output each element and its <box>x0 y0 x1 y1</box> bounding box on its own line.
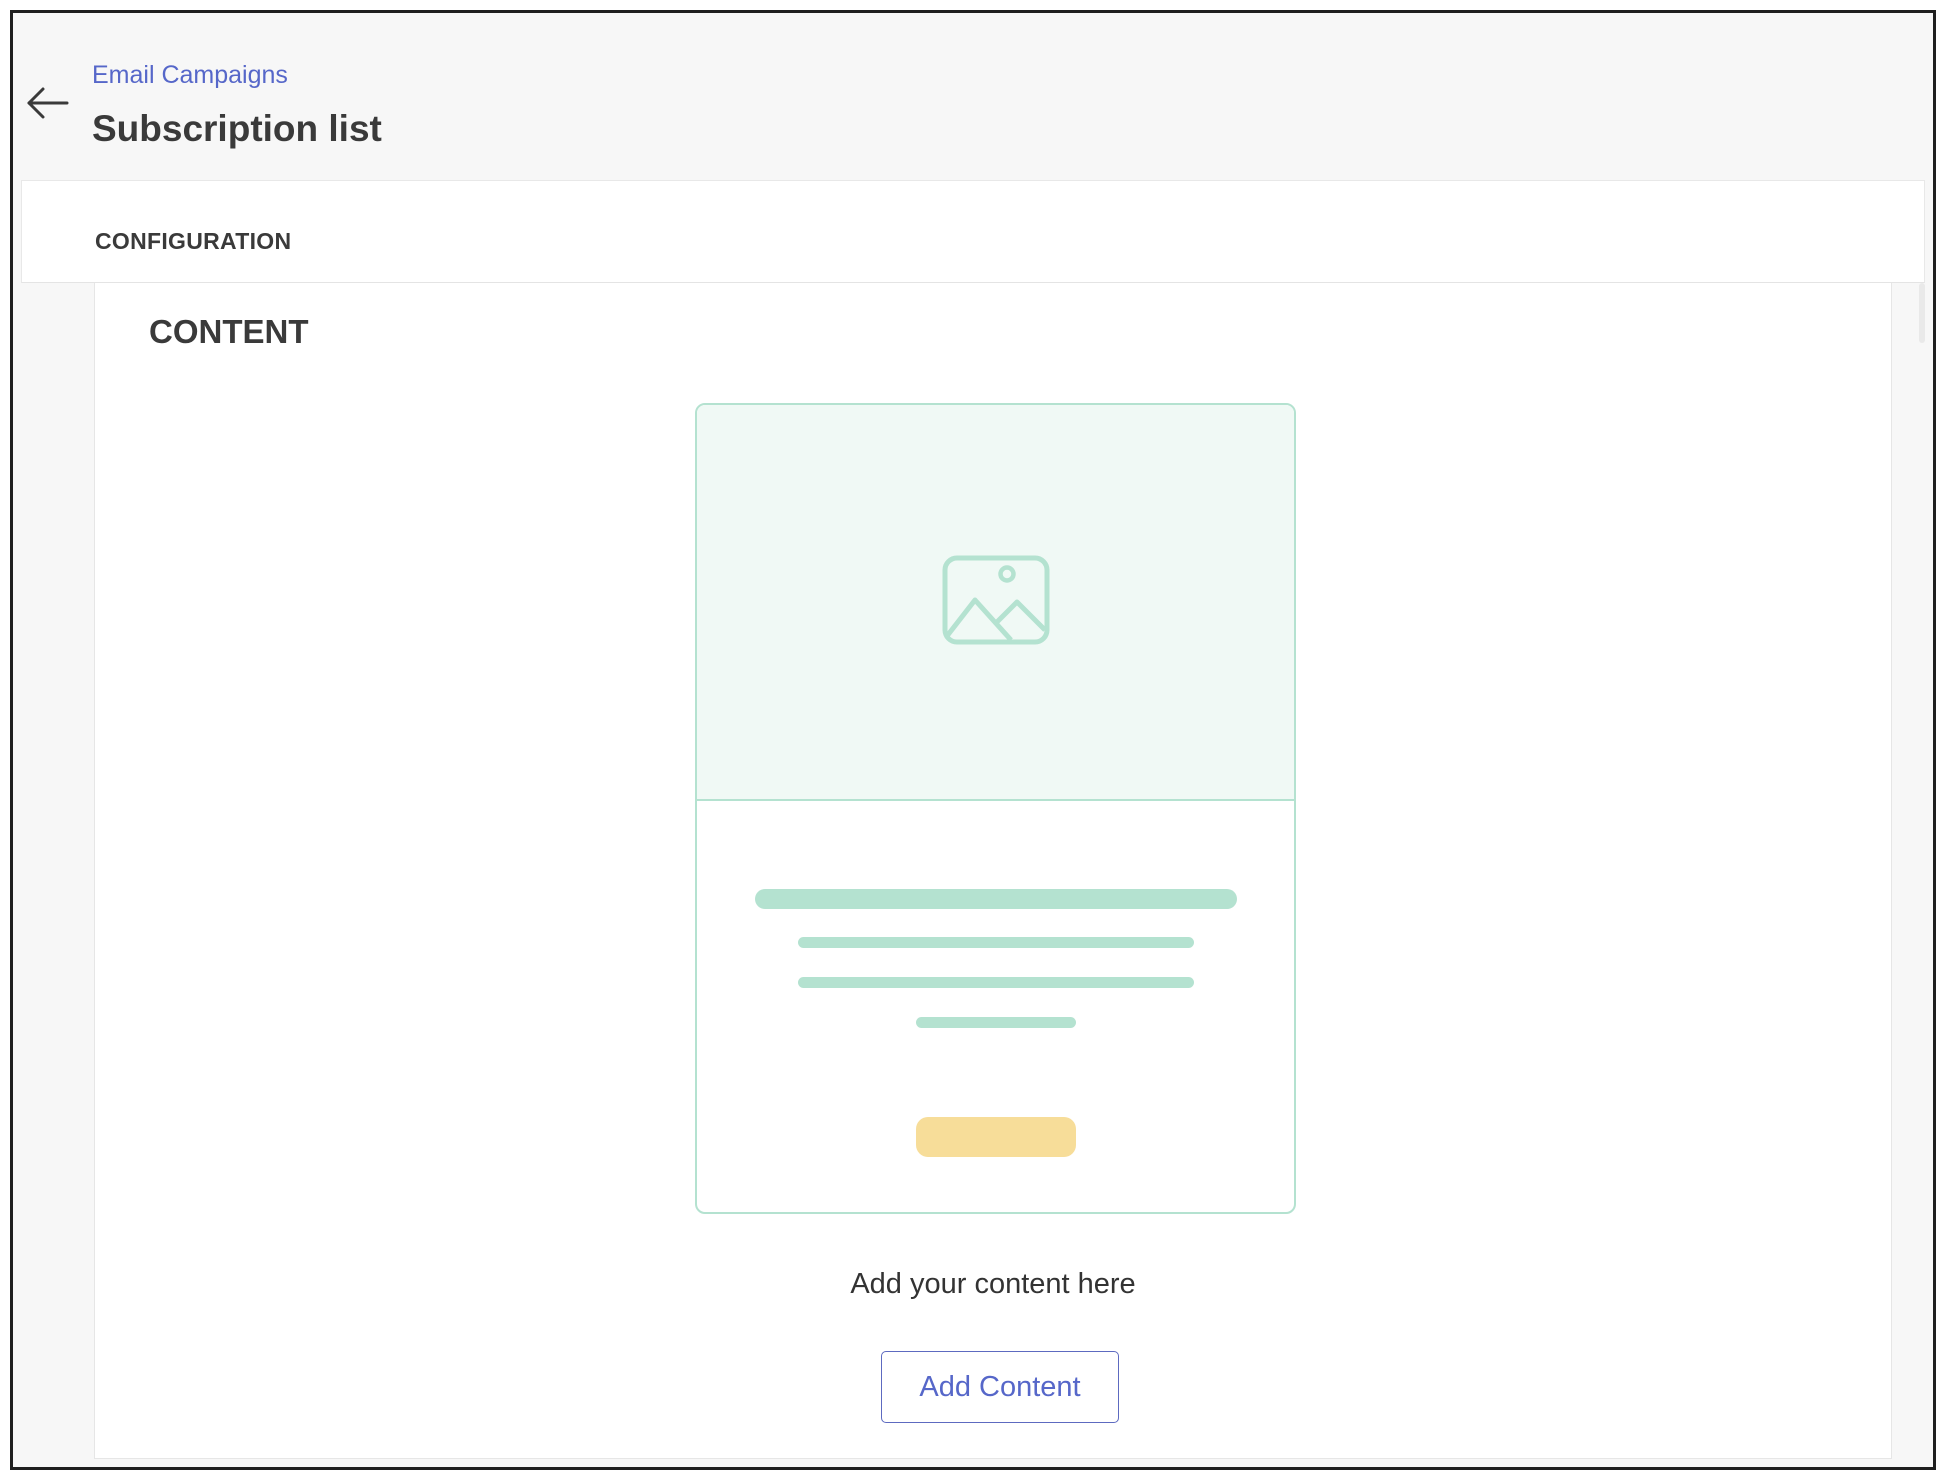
email-template-preview <box>695 403 1296 1214</box>
content-heading: CONTENT <box>149 313 309 350</box>
content-area: CONTENT Add your content here Add Conten… <box>21 283 1925 1467</box>
preview-text-line <box>798 977 1194 988</box>
preview-text-line <box>798 937 1194 948</box>
app-window: Email Campaigns Subscription list CONFIG… <box>10 10 1936 1470</box>
arrow-left-icon[interactable] <box>21 77 73 129</box>
preview-heading-line <box>755 889 1237 909</box>
add-content-button[interactable]: Add Content <box>881 1351 1119 1423</box>
scrollbar[interactable] <box>1919 283 1925 343</box>
page-header: Email Campaigns Subscription list <box>13 13 1933 180</box>
breadcrumb-email-campaigns[interactable]: Email Campaigns <box>92 61 288 90</box>
page-title: Subscription list <box>92 108 382 149</box>
content-hint: Add your content here <box>850 1268 1136 1300</box>
configuration-label: CONFIGURATION <box>95 228 292 254</box>
configuration-section[interactable]: CONFIGURATION <box>21 180 1925 283</box>
content-panel: CONTENT Add your content here Add Conten… <box>94 283 1892 1459</box>
preview-button-placeholder <box>916 1117 1076 1157</box>
preview-image-placeholder <box>697 405 1294 801</box>
image-icon <box>942 555 1050 645</box>
preview-text-line <box>916 1017 1076 1028</box>
